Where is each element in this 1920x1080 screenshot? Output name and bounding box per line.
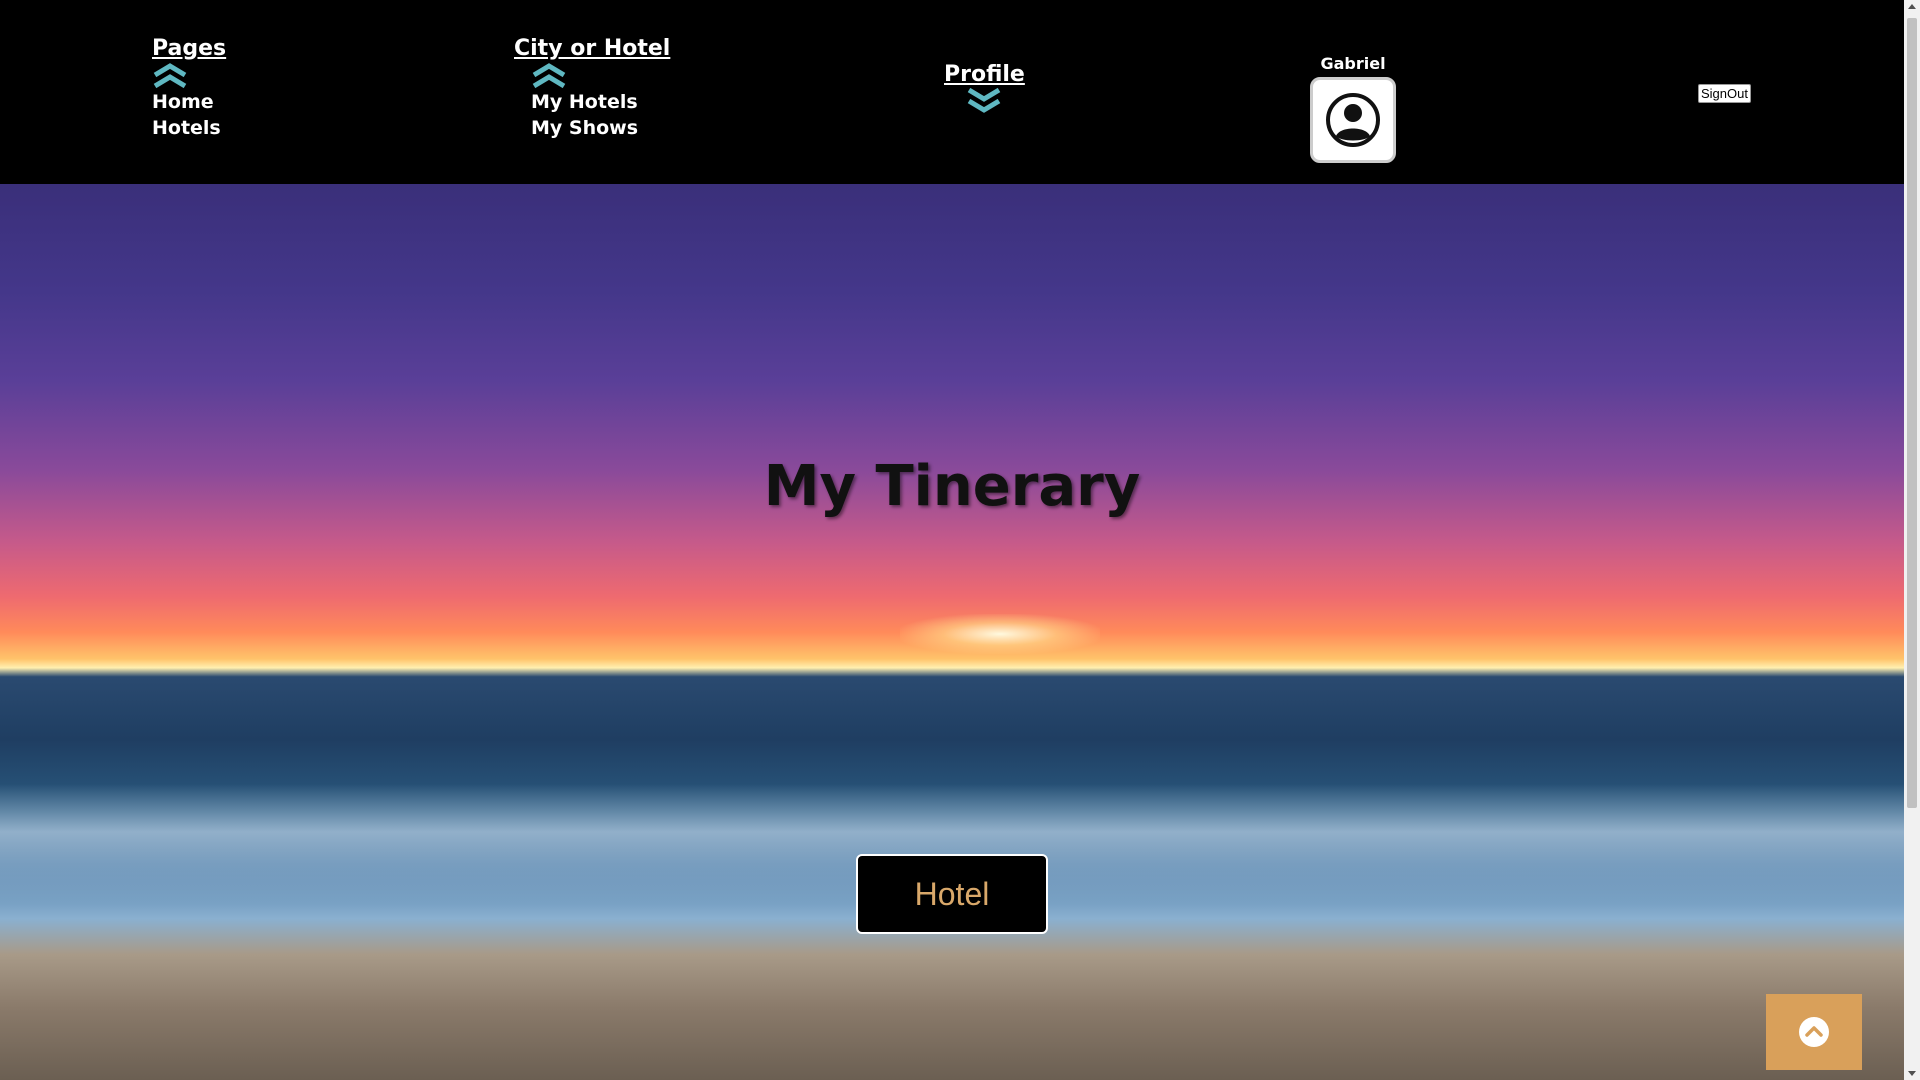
- page-title: My Tinerary: [763, 454, 1141, 519]
- nav-profile: Profile: [944, 62, 1025, 113]
- chevron-double-up-icon[interactable]: [531, 63, 567, 89]
- nav-link-my-shows[interactable]: My Shows: [531, 115, 670, 141]
- nav-city-or-hotel-links: My Hotels My Shows: [531, 89, 670, 141]
- top-header: Pages Home Hotels City or Hotel My Hotel…: [0, 0, 1904, 184]
- scroll-to-top-button[interactable]: [1766, 994, 1862, 1070]
- nav-pages-title[interactable]: Pages: [152, 36, 226, 61]
- nav-profile-title[interactable]: Profile: [944, 62, 1025, 87]
- signout-button[interactable]: SignOut: [1698, 84, 1751, 103]
- chevron-double-down-icon[interactable]: [966, 87, 1002, 113]
- scroll-down-arrow-icon[interactable]: [1908, 1071, 1916, 1076]
- chevron-up-circle-icon: [1799, 1017, 1829, 1047]
- user-circle-icon: [1326, 93, 1380, 147]
- nav-pages: Pages Home Hotels: [152, 36, 226, 141]
- hero-banner: My Tinerary Hotel: [0, 184, 1904, 1080]
- user-name: Gabriel: [1320, 54, 1386, 73]
- hero-sun-glow: [900, 614, 1100, 654]
- nav-city-or-hotel-title[interactable]: City or Hotel: [514, 36, 670, 61]
- hotel-button[interactable]: Hotel: [856, 854, 1048, 934]
- nav-link-hotels[interactable]: Hotels: [152, 115, 226, 141]
- nav-link-home[interactable]: Home: [152, 89, 226, 115]
- scroll-up-arrow-icon[interactable]: [1908, 4, 1916, 9]
- nav-city-or-hotel: City or Hotel My Hotels My Shows: [514, 36, 670, 141]
- chevron-double-up-icon[interactable]: [152, 63, 188, 89]
- user-block: Gabriel: [1308, 54, 1398, 163]
- nav-link-my-hotels[interactable]: My Hotels: [531, 89, 670, 115]
- scrollbar-thumb[interactable]: [1907, 18, 1917, 808]
- avatar[interactable]: [1310, 77, 1396, 163]
- vertical-scrollbar[interactable]: [1904, 0, 1920, 1080]
- nav-pages-links: Home Hotels: [152, 89, 226, 141]
